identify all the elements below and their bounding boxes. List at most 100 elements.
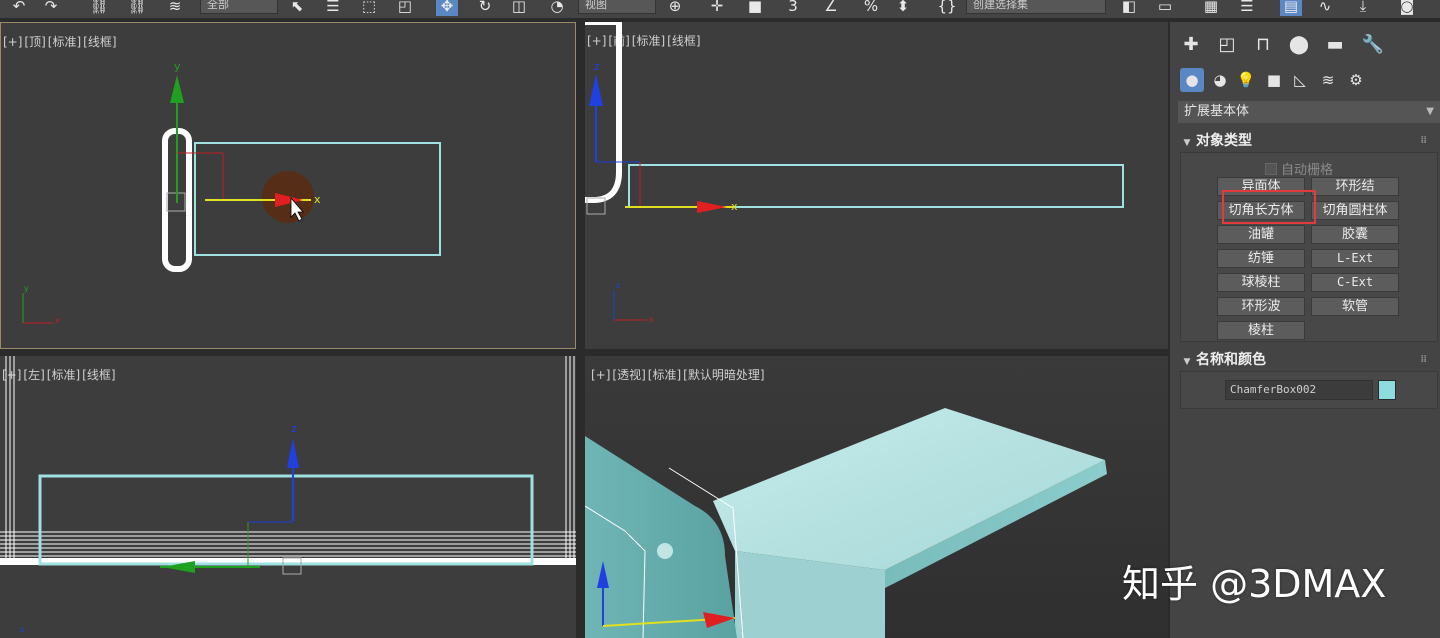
named-selection-value: 创建选择集 xyxy=(973,0,1028,11)
pivot-center-icon[interactable]: ⊕ xyxy=(664,0,686,16)
select-object-icon[interactable]: ⬉ xyxy=(286,0,308,16)
percent-snap-icon[interactable]: % xyxy=(860,0,882,16)
spindle-button[interactable]: 纺锤 xyxy=(1217,249,1305,268)
modify-tab-icon[interactable]: ◰ xyxy=(1214,32,1240,58)
gizmo-x-label: x xyxy=(731,200,738,213)
layers-icon[interactable]: ☰ xyxy=(1236,0,1258,16)
rect-selection-icon[interactable]: ⬚ xyxy=(358,0,380,16)
systems-category-icon[interactable]: ⚙ xyxy=(1344,68,1368,92)
named-selection-dropdown[interactable]: 创建选择集 xyxy=(966,0,1106,14)
move-icon[interactable]: ✥ xyxy=(436,0,458,16)
drag-handle-icon[interactable]: ⁞⁞ xyxy=(1420,349,1427,371)
prism-button[interactable]: 棱柱 xyxy=(1217,321,1305,340)
drag-handle-icon[interactable]: ⁞⁞ xyxy=(1420,130,1427,152)
torus-knot-button[interactable]: 环形结 xyxy=(1311,177,1399,196)
l-ext-button[interactable]: L-Ext xyxy=(1311,249,1399,268)
helpers-category-icon[interactable]: ◺ xyxy=(1288,68,1312,92)
orient-z-label: z xyxy=(20,625,24,634)
command-panel: ✚ ◰ ⊓ ⬤ ▬ 🔧 ● ◕ 💡 ■ ◺ ≋ ⚙ 扩展基本体 ▼ ▼ 对象类型 … xyxy=(1170,22,1440,638)
orient-z-label: z xyxy=(616,281,620,290)
perspective-scene xyxy=(585,408,1107,638)
orient-x-label: x xyxy=(649,315,654,324)
reference-coord-value: 视图 xyxy=(585,0,607,11)
gizmo-x-label: x xyxy=(314,193,321,206)
redo-icon[interactable]: ↷ xyxy=(40,0,62,16)
rotate-icon[interactable]: ↻ xyxy=(474,0,496,16)
object-category-dropdown[interactable]: 扩展基本体 ▼ xyxy=(1178,101,1440,123)
oiltank-button[interactable]: 油罐 xyxy=(1217,225,1305,244)
keyboard-shortcut-icon[interactable]: ■ xyxy=(744,0,766,16)
viewport-top[interactable]: [+] [顶] [标准] [线框] y x y x xyxy=(0,22,576,349)
window-crossing-icon[interactable]: ◰ xyxy=(394,0,416,16)
collapse-triangle-icon: ▼ xyxy=(1183,138,1191,148)
spinner-snap-icon[interactable]: ⬍ xyxy=(892,0,914,16)
scene-explorer-icon[interactable]: ▤ xyxy=(1280,0,1302,16)
link-icon[interactable]: ⛓ xyxy=(88,0,110,16)
checkbox-icon xyxy=(1265,163,1277,175)
unlink-icon[interactable]: ⛓ xyxy=(126,0,148,16)
top-view-scene: y x y x xyxy=(22,60,441,325)
select-manipulate-icon[interactable]: ✛ xyxy=(706,0,728,16)
material-editor-icon[interactable]: ◙ xyxy=(1396,0,1418,16)
curve-editor-icon[interactable]: ∿ xyxy=(1314,0,1336,16)
gizmo-z-arrow xyxy=(589,74,603,106)
shapes-category-icon[interactable]: ◕ xyxy=(1208,68,1232,92)
chamferbox-wire xyxy=(628,164,1124,208)
autogrid-checkbox[interactable]: 自动栅格 xyxy=(1265,159,1333,178)
snaps-toggle-icon[interactable]: 3 xyxy=(782,0,804,16)
create-tab-icon[interactable]: ✚ xyxy=(1178,32,1204,58)
utilities-tab-icon[interactable]: 🔧 xyxy=(1360,32,1386,58)
specular-highlight xyxy=(657,543,673,559)
mirror-icon[interactable]: ◧ xyxy=(1118,0,1140,16)
capsule-button[interactable]: 胶囊 xyxy=(1311,225,1399,244)
display-tab-icon[interactable]: ▬ xyxy=(1322,32,1348,58)
viewport-perspective[interactable]: [+] [透视] [标准] [默认明暗处理] xyxy=(585,356,1168,638)
selected-object-shaded xyxy=(585,436,737,638)
object-type-rollout-header[interactable]: ▼ 对象类型 ⁞⁞ xyxy=(1178,130,1440,152)
motion-tab-icon[interactable]: ⬤ xyxy=(1286,32,1312,58)
geometry-category-icon[interactable]: ● xyxy=(1180,68,1204,92)
ringwave-button[interactable]: 环形波 xyxy=(1217,297,1305,316)
object-type-title: 对象类型 xyxy=(1196,133,1252,149)
hose-button[interactable]: 软管 xyxy=(1311,297,1399,316)
name-color-rollout: ChamferBox002 xyxy=(1180,371,1438,409)
gizmo-z-label: z xyxy=(594,60,600,73)
hierarchy-tab-icon[interactable]: ⊓ xyxy=(1250,32,1276,58)
cameras-category-icon[interactable]: ■ xyxy=(1262,68,1286,92)
undo-icon[interactable]: ↶ xyxy=(8,0,30,16)
spacewarps-category-icon[interactable]: ≋ xyxy=(1316,68,1340,92)
viewport-left[interactable]: [+] [左] [标准] [线框] z z xyxy=(0,356,576,638)
orient-y-label: y xyxy=(24,284,29,293)
bind-spacewarp-icon[interactable]: ≋ xyxy=(164,0,186,16)
watermark: 知乎 @3DMAX xyxy=(1122,562,1387,606)
reference-coord-dropdown[interactable]: 视图 xyxy=(578,0,656,14)
object-name-input[interactable]: ChamferBox002 xyxy=(1225,380,1373,400)
front-view-scene: z x z x xyxy=(585,22,1124,324)
placement-icon[interactable]: ◔ xyxy=(546,0,568,16)
object-color-swatch[interactable] xyxy=(1378,380,1396,400)
selection-filter-dropdown[interactable]: 全部 xyxy=(200,0,278,14)
schematic-view-icon[interactable]: ⤓ xyxy=(1352,0,1374,16)
lights-category-icon[interactable]: 💡 xyxy=(1234,68,1258,92)
select-by-name-icon[interactable]: ☰ xyxy=(322,0,344,16)
chamferbox-wire xyxy=(38,474,534,566)
tutorial-highlight-box xyxy=(1222,190,1316,224)
object-type-rollout: 自动栅格 异面体 环形结 切角长方体 切角圆柱体 油罐 胶囊 纺锤 L-Ext … xyxy=(1180,152,1438,342)
scale-icon[interactable]: ◫ xyxy=(508,0,530,16)
edit-named-selection-icon[interactable]: {} xyxy=(936,0,958,16)
chamferbox-top-face xyxy=(713,408,1105,570)
gengon-button[interactable]: 球棱柱 xyxy=(1217,273,1305,292)
selected-object-wire xyxy=(0,356,576,560)
orient-x-label: x xyxy=(55,316,60,325)
align-icon[interactable]: ▭ xyxy=(1154,0,1176,16)
chamfercyl-button[interactable]: 切角圆柱体 xyxy=(1311,201,1399,220)
gizmo-x-arrow xyxy=(697,201,727,213)
collapse-triangle-icon: ▼ xyxy=(1183,357,1191,367)
name-color-title: 名称和颜色 xyxy=(1196,352,1266,368)
layer-explorer-icon[interactable]: ▦ xyxy=(1200,0,1222,16)
viewport-front[interactable]: [+] [前] [标准] [线框] z x z x xyxy=(585,22,1168,349)
name-color-rollout-header[interactable]: ▼ 名称和颜色 ⁞⁞ xyxy=(1178,349,1440,371)
angle-snap-icon[interactable]: ∠ xyxy=(820,0,842,16)
c-ext-button[interactable]: C-Ext xyxy=(1311,273,1399,292)
autogrid-label: 自动栅格 xyxy=(1281,163,1334,178)
